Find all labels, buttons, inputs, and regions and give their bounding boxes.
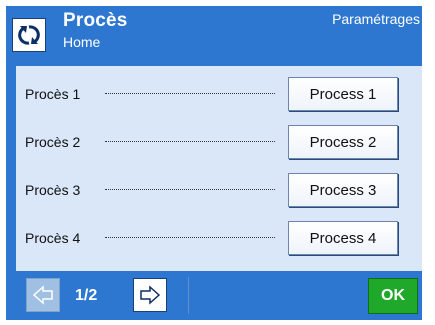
process-2-button[interactable]: Process 2 bbox=[288, 125, 398, 159]
page-subtitle: Home bbox=[63, 34, 101, 50]
list-item: Procès 1 Process 1 bbox=[16, 70, 422, 118]
row-label: Procès 2 bbox=[25, 134, 81, 150]
row-label: Procès 3 bbox=[25, 182, 81, 198]
app-window: Procès Home Paramétrages Procès 1 Proces… bbox=[6, 6, 422, 320]
content-panel: Procès 1 Process 1 Procès 2 Process 2 Pr… bbox=[16, 66, 422, 271]
process-4-button[interactable]: Process 4 bbox=[288, 221, 398, 255]
settings-label[interactable]: Paramétrages bbox=[332, 11, 420, 27]
footer: 1/2 OK bbox=[6, 271, 422, 320]
dotted-leader bbox=[105, 188, 275, 190]
refresh-icon[interactable] bbox=[12, 18, 46, 52]
arrow-left-icon bbox=[32, 285, 53, 305]
row-label: Procès 1 bbox=[25, 86, 81, 102]
page-title: Procès bbox=[63, 10, 128, 31]
next-page-button[interactable] bbox=[133, 278, 167, 312]
dotted-leader bbox=[105, 236, 275, 238]
row-label: Procès 4 bbox=[25, 230, 81, 246]
footer-divider bbox=[188, 277, 189, 314]
header: Procès Home Paramétrages bbox=[6, 6, 422, 61]
dotted-leader bbox=[105, 92, 275, 94]
process-3-button[interactable]: Process 3 bbox=[288, 173, 398, 207]
list-item: Procès 4 Process 4 bbox=[16, 214, 422, 262]
ok-button[interactable]: OK bbox=[368, 278, 418, 314]
list-item: Procès 2 Process 2 bbox=[16, 118, 422, 166]
page-indicator: 1/2 bbox=[75, 287, 98, 304]
process-1-button[interactable]: Process 1 bbox=[288, 77, 398, 111]
arrow-right-icon bbox=[140, 285, 161, 305]
previous-page-button[interactable] bbox=[26, 278, 60, 312]
dotted-leader bbox=[105, 140, 275, 142]
list-item: Procès 3 Process 3 bbox=[16, 166, 422, 214]
